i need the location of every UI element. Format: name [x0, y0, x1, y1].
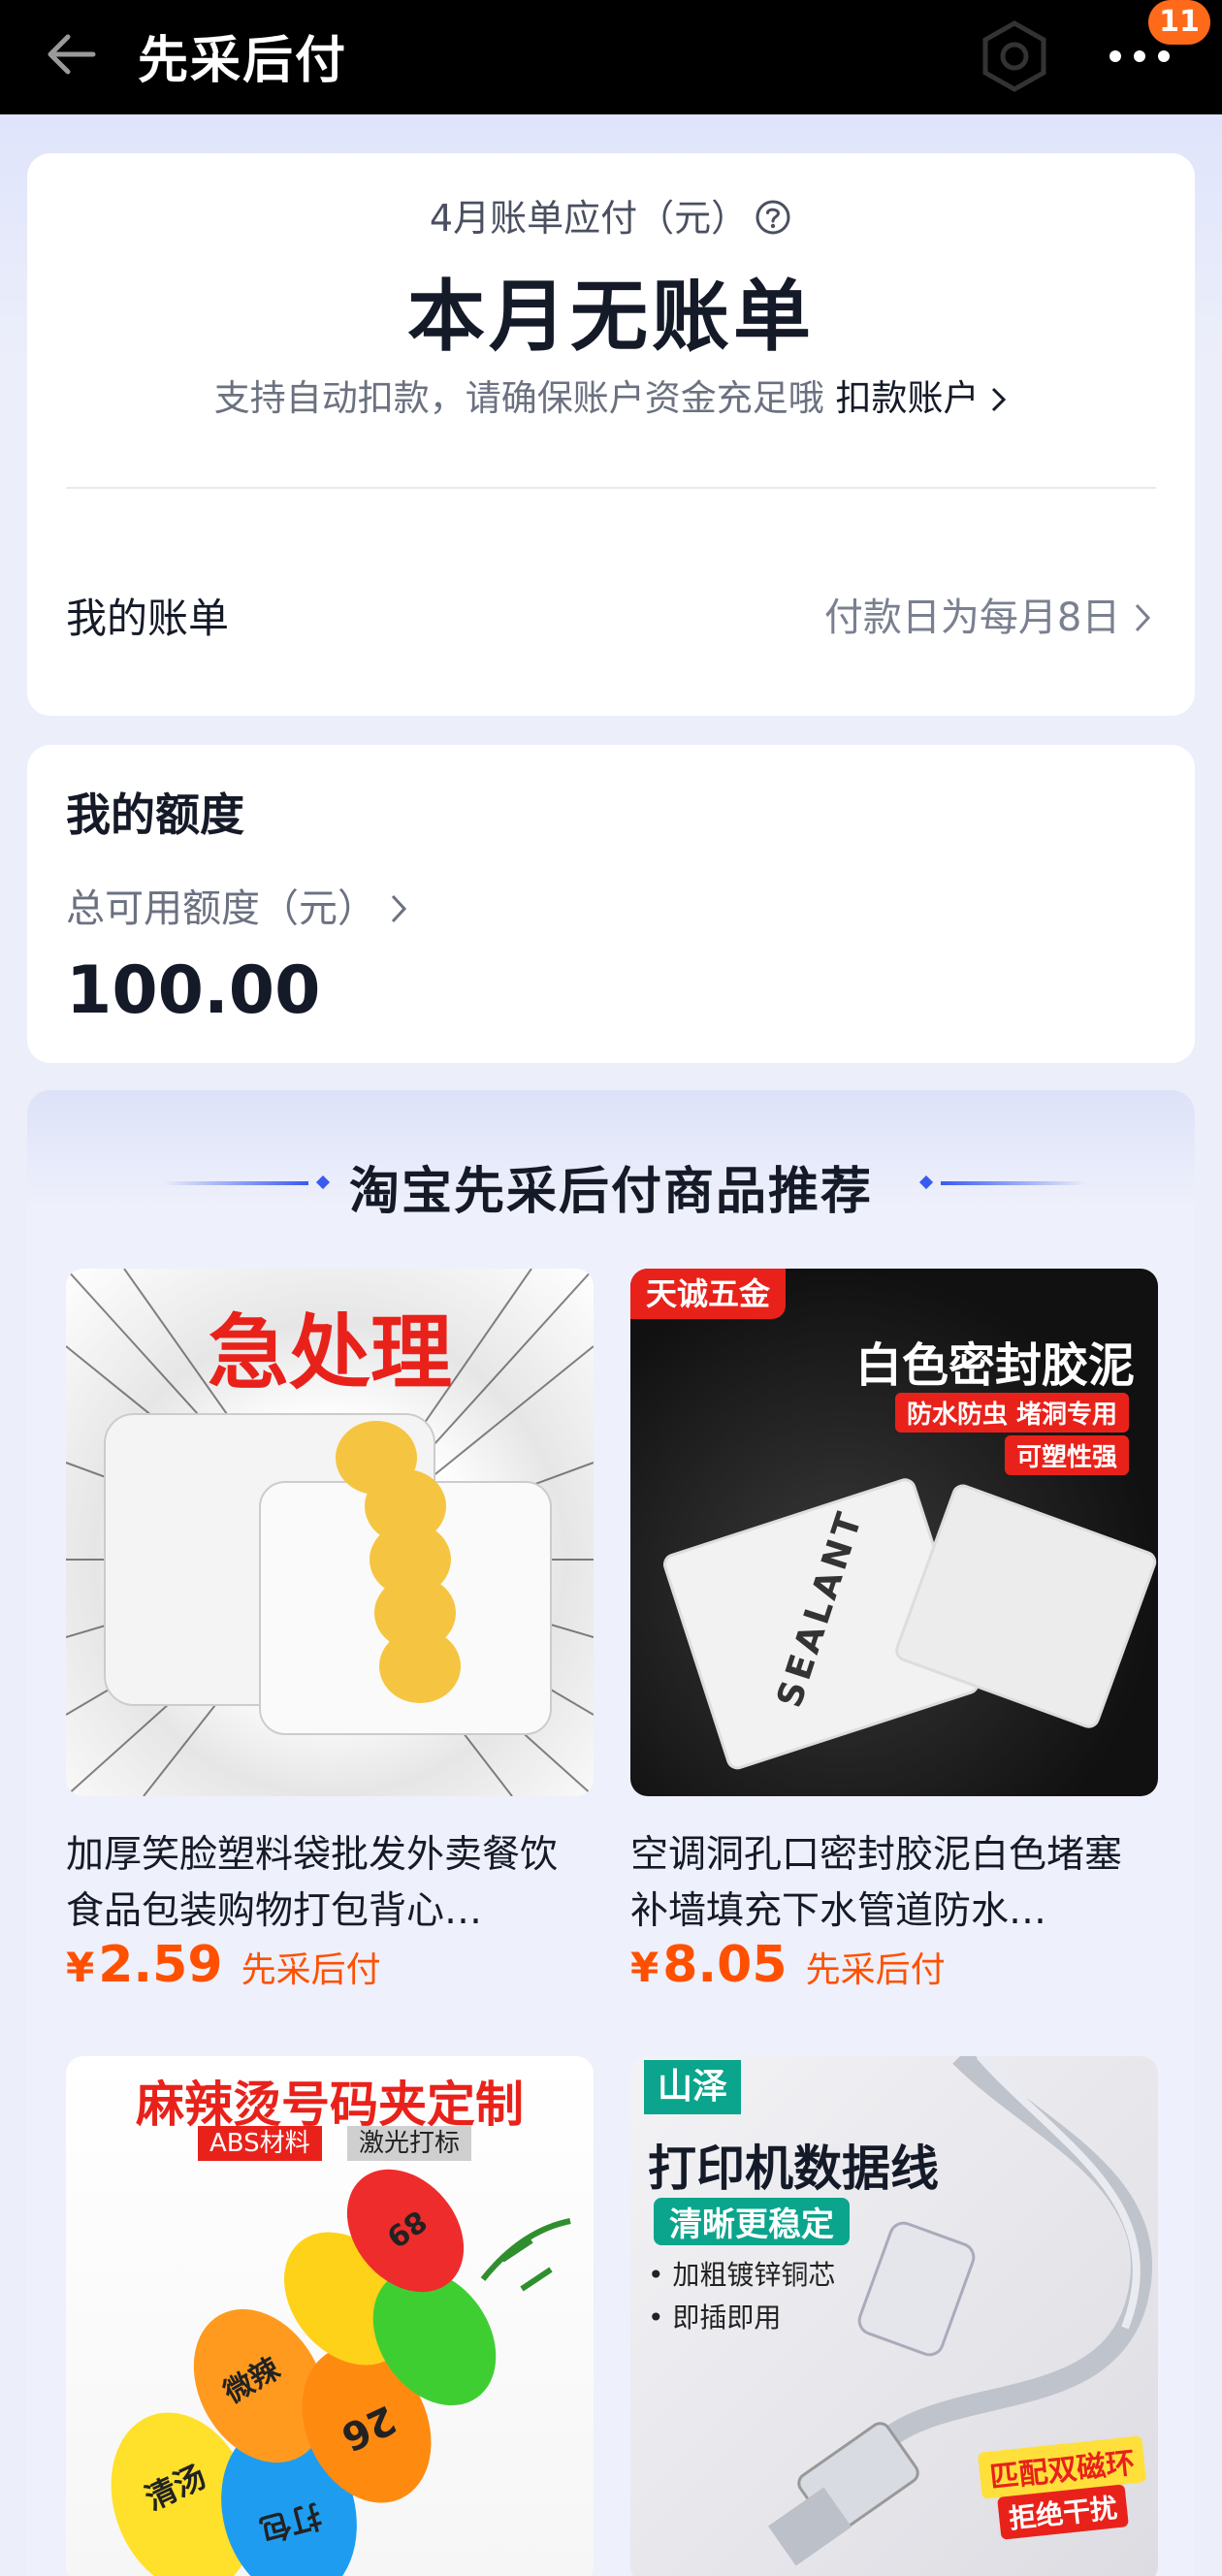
settings-icon[interactable] [974, 16, 1055, 97]
payment-account-label: 扣款账户 [835, 377, 980, 419]
top-bar: 先采后付 11 [0, 0, 1222, 114]
bill-card: 4月账单应付（元） 本月无账单 支持自动扣款，请确保账户资金充足哦 扣款账户 我… [27, 153, 1195, 716]
due-date-link[interactable]: 付款日为每月8日 [824, 586, 1152, 642]
product-image: 山泽 打印机数据线 清晰更稳定 • 加粗镀锌铜芯 • 即插即用 匹配双磁环 拒绝… [630, 2056, 1158, 2576]
product-name: 空调洞孔口密封胶泥白色堵塞补墙填充下水管道防水… [630, 1833, 1123, 1933]
autopay-notice: 支持自动扣款，请确保账户资金充足哦 扣款账户 [27, 369, 1195, 421]
sealant-pack-illustration [662, 1478, 1157, 1770]
pay-later-tag: 先采后付 [805, 1950, 946, 1990]
available-credit-label: 总可用额度（元） [66, 886, 376, 931]
bill-label: 4月账单应付（元） [429, 197, 749, 240]
help-icon[interactable] [754, 198, 792, 237]
chevron-right-icon [1135, 603, 1151, 632]
payment-account-link[interactable]: 扣款账户 [836, 377, 1009, 419]
due-date-text: 付款日为每月8日 [823, 596, 1121, 640]
price-value: 8.05 [662, 1936, 788, 1994]
currency-symbol: ¥ [66, 1944, 95, 1991]
back-arrow-icon[interactable] [43, 25, 101, 83]
available-credit-value: 100.00 [66, 952, 321, 1029]
chevron-right-icon [391, 894, 406, 923]
credit-card: 我的额度 总可用额度（元） 100.00 [27, 745, 1195, 1063]
product-image: 急处理 [66, 1269, 594, 1796]
pay-later-tag: 先采后付 [241, 1950, 381, 1990]
product-image-headline: 急处理 [207, 1304, 452, 1401]
product-image: 天诚五金 白色密封胶泥 防水防虫 堵洞专用 可塑性强 SEALANT [630, 1269, 1158, 1796]
available-credit-link[interactable]: 总可用额度（元） [66, 877, 408, 933]
product-image: 麻辣烫号码夹定制 ABS材料 激光打标 清汤 微辣 26 打包 89 [66, 2056, 594, 2576]
my-bill-label[interactable]: 我的账单 [66, 586, 229, 645]
notification-badge: 11 [1148, 0, 1210, 45]
price-value: 2.59 [98, 1936, 223, 1994]
bill-status: 本月无账单 [407, 272, 815, 362]
product-name: 加厚笑脸塑料袋批发外卖餐饮食品包装购物打包背心… [66, 1833, 559, 1933]
product-price: ¥8.05 [630, 1936, 788, 1994]
currency-symbol: ¥ [630, 1944, 659, 1991]
bill-label-row: 4月账单应付（元） [27, 188, 1195, 242]
divider [66, 487, 1156, 489]
price-row: ¥8.05 先采后付 [630, 1936, 946, 2004]
chevron-right-icon [992, 387, 1007, 412]
page-title: 先采后付 [138, 32, 348, 90]
product-price: ¥2.59 [66, 1936, 223, 1994]
recommendation-section: 淘宝先采后付商品推荐 急处理 加厚笑脸塑料袋批发外卖餐饮食品包装购物打包背心… … [27, 1090, 1195, 2576]
title-decoration-right [918, 1175, 1086, 1190]
autopay-text: 支持自动扣款，请确保账户资金充足哦 [213, 377, 824, 419]
credit-title: 我的额度 [66, 789, 244, 841]
price-row: ¥2.59 先采后付 [66, 1936, 381, 2004]
